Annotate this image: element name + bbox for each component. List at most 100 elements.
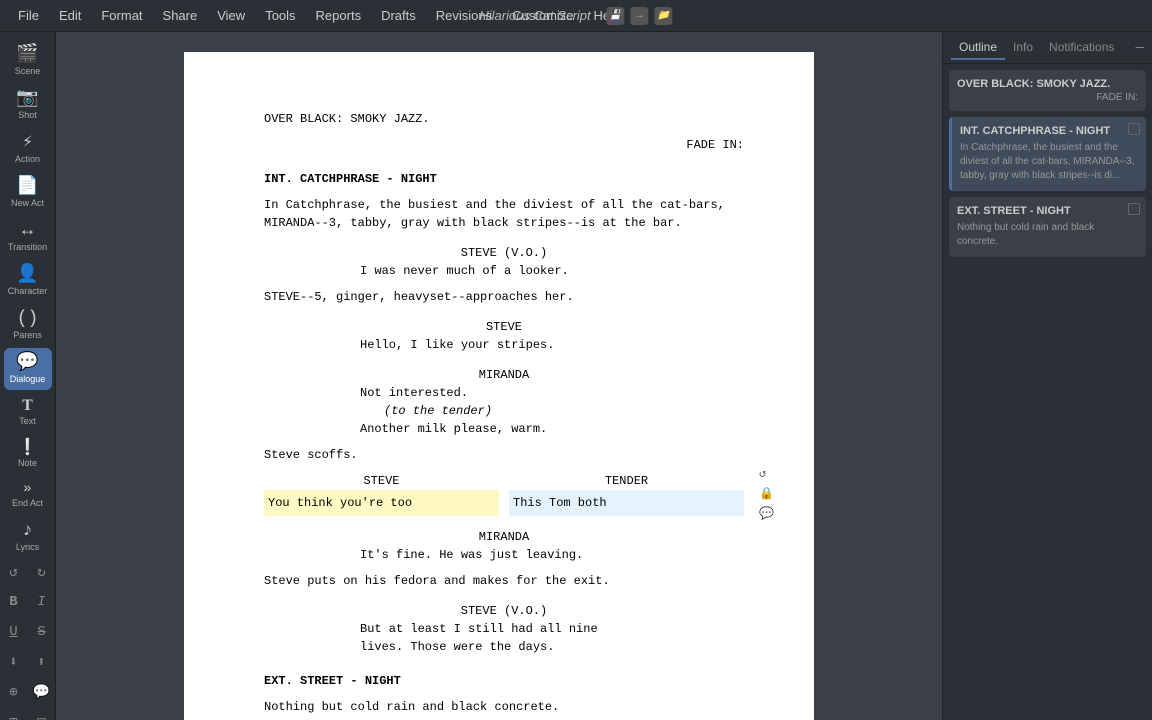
dual-text-right: This Tom both <box>509 490 744 516</box>
sidebar-item-new-act[interactable]: 📄 New Act <box>4 172 52 214</box>
dual-lock-icon[interactable]: 🔒 <box>759 485 774 503</box>
script-char-4: MIRANDA <box>264 528 744 546</box>
sidebar-item-lyrics[interactable]: ♪ Lyrics <box>4 516 52 558</box>
script-dial-6: But at least I still had all ninelives. … <box>360 620 648 656</box>
dual-bubble-icon[interactable]: 💬 <box>759 505 774 523</box>
outline-checkbox-street[interactable] <box>1128 203 1140 215</box>
sidebar-item-parens[interactable]: () Parens <box>4 304 52 346</box>
stack-icon[interactable]: ▤ <box>30 710 54 720</box>
strikethrough-icon[interactable]: S <box>30 620 54 644</box>
script-dial-5: It's fine. He was just leaving. <box>360 546 648 564</box>
right-panel-header: Outline Info Notifications — <box>943 32 1152 64</box>
scene-icon: 🎬 <box>16 46 38 64</box>
right-panel: Outline Info Notifications — OVER BLACK:… <box>942 32 1152 720</box>
sidebar-item-end-act[interactable]: » End Act <box>4 476 52 514</box>
outline-card-street[interactable]: EXT. STREET - NIGHT Nothing but cold rai… <box>949 197 1146 257</box>
action-icon: ⚡ <box>22 134 33 152</box>
end-act-icon: » <box>23 482 31 496</box>
sidebar-item-note[interactable]: ❕ Note <box>4 434 52 474</box>
outline-heading-catchphrase: INT. CATCHPHRASE - NIGHT <box>960 125 1138 137</box>
sidebar-label-lyrics: Lyrics <box>16 542 39 552</box>
editor-area: OVER BLACK: SMOKY JAZZ. FADE IN: INT. CA… <box>56 32 942 720</box>
new-act-icon: 📄 <box>16 178 38 196</box>
download-icon[interactable]: ⬇ <box>2 650 26 674</box>
panel-tabs: Outline Info Notifications <box>951 36 1122 60</box>
sidebar-label-character: Character <box>8 286 48 296</box>
dialogue-icon: 💬 <box>16 354 38 372</box>
script-char-2: STEVE <box>264 318 744 336</box>
menu-view[interactable]: View <box>207 4 255 27</box>
menu-drafts[interactable]: Drafts <box>371 4 426 27</box>
script-action-5: Nothing but cold rain and black concrete… <box>264 698 744 716</box>
italic-icon[interactable]: I <box>30 590 54 614</box>
dual-right: TENDER This Tom both <box>509 472 744 516</box>
tab-outline[interactable]: Outline <box>951 36 1005 60</box>
undo-icon[interactable]: ↺ <box>2 560 26 584</box>
tab-notifications[interactable]: Notifications <box>1041 36 1122 60</box>
outline-text-catchphrase: In Catchphrase, the busiest and the divi… <box>960 141 1138 183</box>
grid-icon[interactable]: ⊞ <box>2 710 26 720</box>
upload-icon[interactable]: ⬆ <box>30 650 54 674</box>
underline-icon[interactable]: U <box>2 620 26 644</box>
script-action-2: STEVE--5, ginger, heavyset--approaches h… <box>264 288 744 306</box>
redo-icon[interactable]: ↻ <box>30 560 54 584</box>
menu-tools[interactable]: Tools <box>255 4 305 27</box>
sidebar-bottom: ↺ ↻ B I U S ⬇ ⬆ ⊕ 💬 ⊞ ▤ <box>2 560 54 720</box>
outline-text-street: Nothing but cold rain and black concrete… <box>957 221 1138 249</box>
sidebar-label-text: Text <box>19 416 36 426</box>
outline-card-catchphrase[interactable]: INT. CATCHPHRASE - NIGHT In Catchphrase,… <box>949 117 1146 191</box>
dual-actions: ↺ 🔒 💬 <box>759 465 774 523</box>
menu-file[interactable]: File <box>8 4 49 27</box>
script-char-3: MIRANDA <box>264 366 744 384</box>
menu-bar: File Edit Format Share View Tools Report… <box>0 0 1152 32</box>
app-title: Hilarious Cat Script 💾 → 📁 <box>479 7 672 25</box>
note-icon: ❕ <box>18 440 38 456</box>
transition-icon: ↔ <box>22 222 33 240</box>
script-char-1: STEVE (V.O.) <box>264 244 744 262</box>
sidebar-label-scene: Scene <box>15 66 41 76</box>
shot-icon: 📷 <box>16 90 38 108</box>
script-action-4: Steve puts on his fedora and makes for t… <box>264 572 744 590</box>
sidebar-item-scene[interactable]: 🎬 Scene <box>4 40 52 82</box>
sidebar-item-text[interactable]: T Text <box>4 392 52 432</box>
dual-left: STEVE You think you're too <box>264 472 499 516</box>
script-container[interactable]: OVER BLACK: SMOKY JAZZ. FADE IN: INT. CA… <box>56 32 942 720</box>
sidebar-label-shot: Shot <box>18 110 37 120</box>
text-icon: T <box>22 398 33 414</box>
tab-info[interactable]: Info <box>1005 36 1041 60</box>
sidebar-item-transition[interactable]: ↔ Transition <box>4 216 52 258</box>
dual-char-left: STEVE <box>264 472 499 490</box>
menu-edit[interactable]: Edit <box>49 4 91 27</box>
folder-icon[interactable]: 📁 <box>655 7 673 25</box>
menu-format[interactable]: Format <box>91 4 152 27</box>
share-icon[interactable]: → <box>631 7 649 25</box>
menu-share[interactable]: Share <box>153 4 208 27</box>
script-dial-3: Not interested. <box>360 384 648 402</box>
bold-icon[interactable]: B <box>2 590 26 614</box>
script-dial-1: I was never much of a looker. <box>360 262 648 280</box>
dual-text-left: You think you're too <box>264 490 499 516</box>
sidebar-label-new-act: New Act <box>11 198 44 208</box>
sidebar-label-dialogue: Dialogue <box>10 374 46 384</box>
save-icon[interactable]: 💾 <box>607 7 625 25</box>
crosshair-icon[interactable]: ⊕ <box>2 680 26 704</box>
outline-card-first[interactable]: OVER BLACK: SMOKY JAZZ. FADE IN: <box>949 70 1146 111</box>
right-panel-content: OVER BLACK: SMOKY JAZZ. FADE IN: INT. CA… <box>943 64 1152 720</box>
sidebar-item-dialogue[interactable]: 💬 Dialogue <box>4 348 52 390</box>
lyrics-icon: ♪ <box>22 522 33 540</box>
sidebar-item-shot[interactable]: 📷 Shot <box>4 84 52 126</box>
script-line-2: FADE IN: <box>264 136 744 154</box>
sidebar-item-character[interactable]: 👤 Character <box>4 260 52 302</box>
dual-rotate-icon[interactable]: ↺ <box>759 465 774 483</box>
dual-char-right: TENDER <box>509 472 744 490</box>
comment-icon[interactable]: 💬 <box>30 680 54 704</box>
outline-checkbox-catchphrase[interactable] <box>1128 123 1140 135</box>
dual-dialogue-container: STEVE You think you're too TENDER This T… <box>264 472 744 516</box>
main-layout: 🎬 Scene 📷 Shot ⚡ Action 📄 New Act ↔ Tran… <box>0 32 1152 720</box>
sidebar-item-action[interactable]: ⚡ Action <box>4 128 52 170</box>
sidebar-label-end-act: End Act <box>12 498 43 508</box>
sidebar-label-action: Action <box>15 154 40 164</box>
panel-collapse-icon[interactable]: — <box>1136 40 1144 56</box>
script-dial-4: Another milk please, warm. <box>360 420 648 438</box>
menu-reports[interactable]: Reports <box>306 4 372 27</box>
